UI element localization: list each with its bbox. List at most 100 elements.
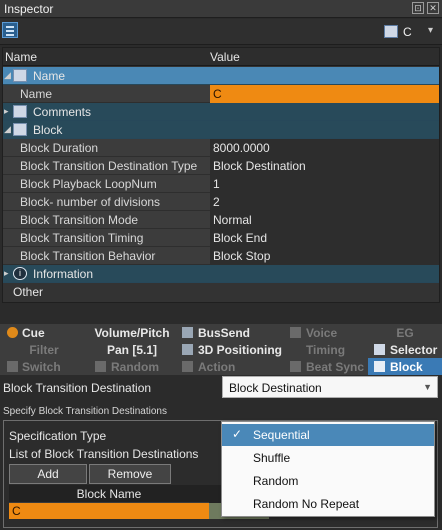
expand-icon[interactable]: ▸	[4, 268, 9, 279]
property-value[interactable]: 2	[210, 193, 439, 211]
remove-button[interactable]: Remove	[89, 464, 171, 484]
tab-timing[interactable]: Timing	[284, 341, 367, 358]
tab-label: EG	[396, 326, 414, 340]
inspector-tabs: Cue Volume/Pitch BusSend Voice EG Filter Pan […	[0, 324, 442, 375]
property-value[interactable]: C	[210, 85, 439, 103]
property-row[interactable]: Block- number of divisions 2	[3, 193, 439, 211]
tab-pan-5-1[interactable]: Pan [5.1]	[89, 341, 175, 358]
tab-switch[interactable]: Switch	[0, 358, 88, 375]
property-value[interactable]: Normal	[210, 211, 439, 229]
inspector-title-bar: Inspector ⊡ ✕	[0, 0, 442, 18]
property-grid: Name Value ◢ Name Name C ▸ Comments ◢ Block Bloc…	[2, 47, 440, 303]
tab-3d-positioning[interactable]: 3D Positioning	[176, 341, 283, 358]
dropdown-option[interactable]: Shuffle	[222, 447, 434, 469]
tab-filter[interactable]: Filter	[0, 341, 88, 358]
property-name: Block Transition Behavior	[20, 249, 156, 263]
tab-action[interactable]: Action	[176, 358, 283, 375]
category-information[interactable]: ▸ i Information	[3, 265, 439, 283]
tab-label: Volume/Pitch	[94, 326, 170, 340]
tab-volume-pitch[interactable]: Volume/Pitch	[89, 324, 175, 341]
tab-random[interactable]: Random	[89, 358, 175, 375]
tab-bussend[interactable]: BusSend	[176, 324, 283, 341]
tab-block[interactable]: Block	[368, 358, 442, 375]
tab-label: 3D Positioning	[198, 343, 282, 357]
tab-cue[interactable]: Cue	[0, 324, 88, 341]
category-label: Information	[33, 267, 94, 281]
property-row[interactable]: Block Duration 8000.0000	[3, 139, 439, 157]
chevron-down-icon: ▾	[428, 25, 434, 36]
property-value[interactable]: Block End	[210, 229, 439, 247]
chevron-down-icon: ▼	[423, 382, 432, 392]
expand-icon[interactable]: ▸	[4, 106, 9, 117]
name-column-header: Name	[5, 50, 38, 64]
dropdown-option-label: Random	[253, 474, 299, 488]
property-name: Block Playback LoopNum	[20, 177, 157, 191]
bussend-icon	[182, 327, 193, 338]
tab-label: Filter	[29, 343, 59, 357]
property-name: Block Duration	[20, 141, 99, 155]
category-label: Comments	[33, 105, 92, 119]
property-name: Block Transition Timing	[20, 231, 144, 245]
property-row[interactable]: Block Transition Mode Normal	[3, 211, 439, 229]
selected-object-label: C	[403, 25, 412, 39]
property-row[interactable]: Name C	[3, 85, 439, 103]
pin-icon[interactable]: ⊡	[412, 2, 424, 14]
tab-label: Voice	[306, 326, 338, 340]
tab-label: BusSend	[198, 326, 251, 340]
add-button[interactable]: Add	[9, 464, 87, 484]
property-name: Name	[20, 87, 53, 101]
category-comments[interactable]: ▸ Comments	[3, 103, 439, 121]
dropdown-option-label: Shuffle	[253, 451, 291, 465]
voice-icon	[290, 327, 301, 338]
tab-selector[interactable]: Selector	[368, 341, 442, 358]
property-row[interactable]: Block Transition Timing Block End	[3, 229, 439, 247]
property-name: Block Transition Destination Type	[20, 159, 198, 173]
window-title: Inspector	[4, 2, 54, 16]
tab-label: Selector	[390, 343, 438, 357]
dropdown-option[interactable]: Random	[222, 470, 434, 492]
tab-label: Random	[111, 360, 159, 374]
action-icon	[182, 361, 193, 372]
dropdown-option-label: Sequential	[253, 428, 310, 442]
comments-category-icon	[13, 105, 27, 118]
destination-select[interactable]: Block Destination ▼	[222, 376, 438, 398]
random-icon	[95, 361, 106, 372]
property-value[interactable]: 8000.0000	[210, 139, 439, 157]
tab-eg[interactable]: EG	[368, 324, 442, 341]
specify-destinations-label: Specify Block Transition Destinations	[3, 406, 167, 417]
property-value[interactable]: Block Stop	[210, 247, 439, 265]
property-value[interactable]: 1	[210, 175, 439, 193]
category-other[interactable]: Other	[3, 283, 439, 301]
tab-beat-sync[interactable]: Beat Sync	[284, 358, 367, 375]
selector-icon	[374, 344, 385, 355]
information-icon: i	[13, 267, 27, 280]
3d-positioning-icon	[182, 344, 193, 355]
value-column-header: Value	[210, 50, 240, 64]
block-name-column-header[interactable]: Block Name	[9, 485, 209, 503]
tab-voice[interactable]: Voice	[284, 324, 367, 341]
tab-label: Beat Sync	[306, 360, 365, 374]
name-category-icon	[13, 69, 27, 82]
collapse-icon[interactable]: ◢	[4, 124, 11, 135]
property-row[interactable]: Block Transition Behavior Block Stop	[3, 247, 439, 265]
category-block[interactable]: ◢ Block	[3, 121, 439, 139]
property-name: Block Transition Mode	[20, 213, 139, 227]
category-name[interactable]: ◢ Name	[3, 67, 439, 85]
close-icon[interactable]: ✕	[427, 2, 439, 14]
tab-label: Switch	[22, 360, 61, 374]
destination-label: Block Transition Destination	[3, 381, 152, 395]
collapse-icon[interactable]: ◢	[4, 70, 11, 81]
dropdown-option[interactable]: ✓ Sequential	[222, 424, 434, 446]
property-value[interactable]: Block Destination	[210, 157, 439, 175]
object-selector[interactable]: C ▾	[382, 23, 440, 41]
property-row[interactable]: Block Transition Destination Type Block D…	[3, 157, 439, 175]
grid-view-icon[interactable]	[2, 22, 18, 38]
switch-icon	[7, 361, 18, 372]
block-tab-icon	[374, 361, 385, 372]
property-row[interactable]: Block Playback LoopNum 1	[3, 175, 439, 193]
destination-list-label: List of Block Transition Destinations	[9, 447, 199, 461]
block-name-row[interactable]: C	[9, 503, 209, 519]
category-label: Other	[13, 285, 44, 299]
tab-label: Pan [5.1]	[106, 343, 157, 357]
dropdown-option[interactable]: Random No Repeat	[222, 493, 434, 515]
